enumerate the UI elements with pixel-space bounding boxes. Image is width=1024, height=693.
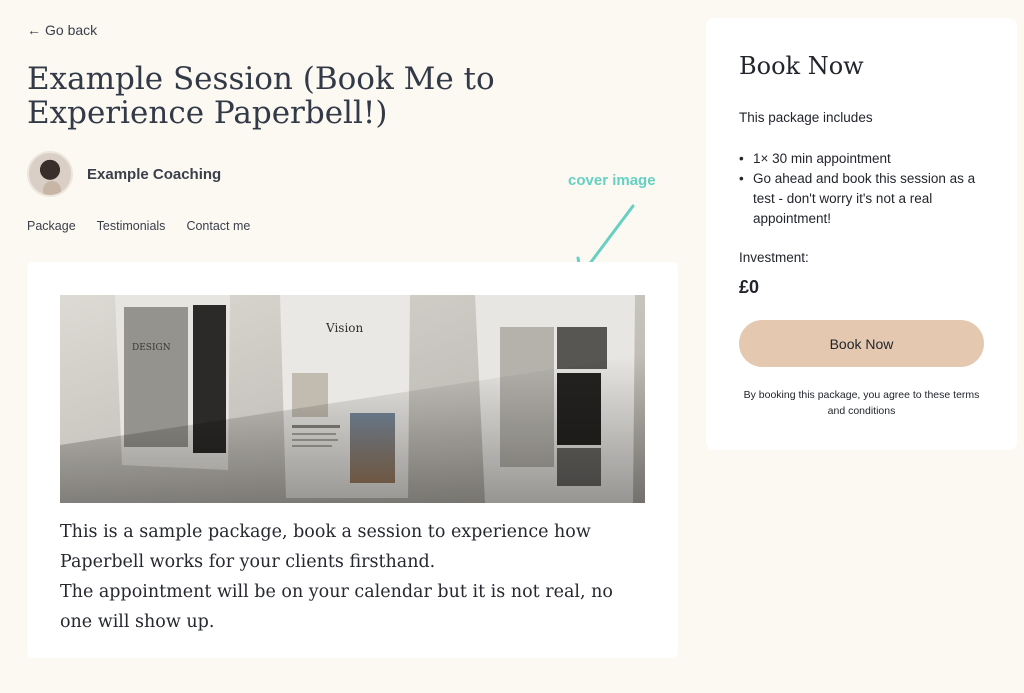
tab-contact-me[interactable]: Contact me (186, 219, 250, 233)
description-paragraph: The appointment will be on your calendar… (60, 582, 613, 632)
booking-title: Book Now (739, 52, 864, 80)
price-value: £0 (739, 277, 760, 297)
cover-photo: DESIGN Vision (60, 295, 645, 503)
includes-list: 1× 30 min appointment Go ahead and book … (739, 149, 999, 229)
description-paragraph: This is a sample package, book a session… (60, 522, 591, 572)
investment-label: Investment: (739, 250, 809, 265)
booking-card: Book Now This package includes 1× 30 min… (706, 18, 1017, 450)
includes-label: This package includes (739, 110, 873, 125)
tab-package[interactable]: Package (27, 219, 76, 233)
package-content-card: DESIGN Vision This is a sample package, … (27, 262, 678, 658)
avatar (27, 151, 73, 197)
go-back-link[interactable]: ← Go back (27, 22, 97, 38)
section-tabs: Package Testimonials Contact me (27, 219, 250, 233)
coach-profile: Example Coaching (27, 151, 221, 197)
page-title: Example Session (Book Me to Experience P… (27, 61, 495, 131)
book-now-button[interactable]: Book Now (739, 320, 984, 367)
tab-testimonials[interactable]: Testimonials (97, 219, 166, 233)
arrow-left-icon: ← (27, 22, 41, 38)
package-description: This is a sample package, book a session… (60, 517, 650, 637)
cover-image: DESIGN Vision (60, 295, 645, 503)
list-item: 1× 30 min appointment (739, 149, 999, 169)
terms-notice: By booking this package, you agree to th… (743, 389, 980, 417)
list-item: Go ahead and book this session as a test… (739, 169, 999, 229)
cover-image-annotation: cover image (568, 172, 656, 189)
go-back-label: Go back (45, 22, 98, 38)
coach-name: Example Coaching (87, 165, 222, 183)
